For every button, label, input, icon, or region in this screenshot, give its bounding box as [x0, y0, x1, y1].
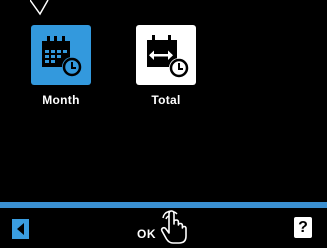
touch-hand-icon[interactable]: [158, 209, 188, 245]
total-tile-button[interactable]: [136, 25, 196, 85]
screen: Month Total OK ?: [0, 0, 327, 248]
back-button[interactable]: [12, 219, 29, 239]
month-tile-button[interactable]: [31, 25, 91, 85]
ok-button-label[interactable]: OK: [137, 227, 156, 241]
calendar-clock-icon: [42, 36, 82, 77]
back-arrow-icon: [17, 223, 24, 235]
callout-pointer: [30, 0, 49, 16]
calendar-range-clock-icon: [147, 35, 189, 78]
footer-bar: OK ?: [0, 208, 327, 248]
help-button[interactable]: ?: [294, 217, 312, 238]
total-tile-label: Total: [151, 93, 181, 107]
month-tile-label: Month: [42, 93, 80, 107]
